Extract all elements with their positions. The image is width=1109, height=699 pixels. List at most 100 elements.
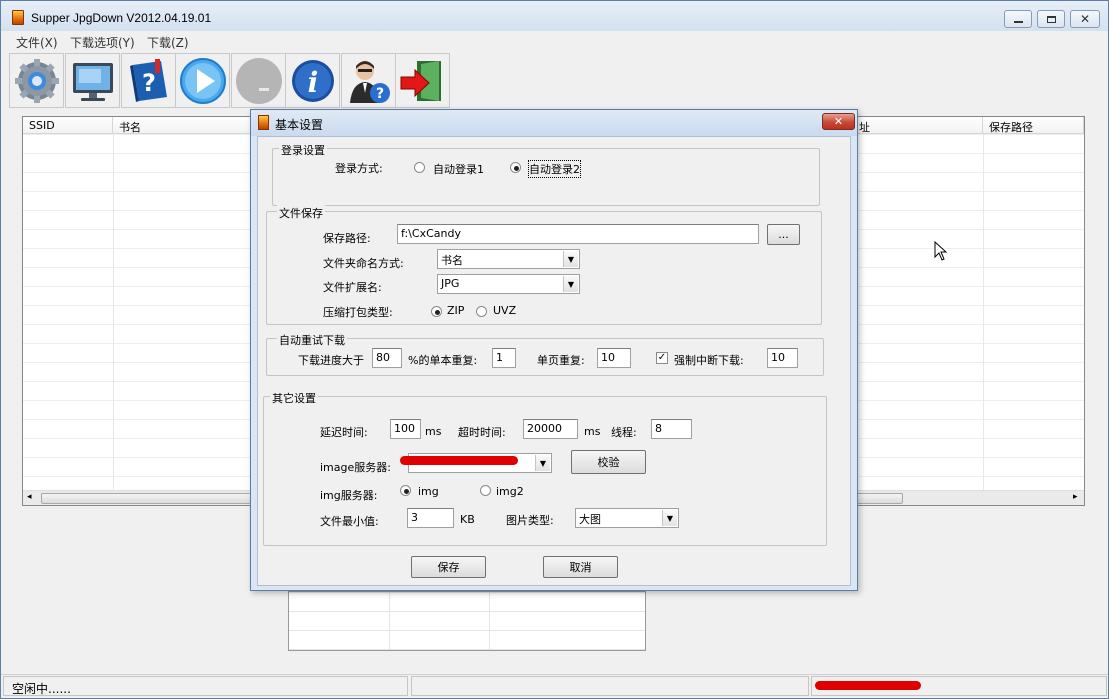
column-header-save-path[interactable]: 保存路径 [983,117,1084,134]
stop-icon [235,57,282,104]
support-button[interactable]: ? [341,53,396,108]
play-icon [179,57,226,104]
status-pane-middle [411,676,809,696]
folder-naming-label: 文件夹命名方式: [323,257,404,270]
progress-threshold-input[interactable]: 80 [372,348,402,368]
minimize-button[interactable] [1004,10,1032,28]
column-header-ssid[interactable]: SSID [23,117,113,134]
settings-gear-icon [14,58,59,103]
chevron-down-icon[interactable]: ▼ [563,276,578,292]
chevron-down-icon[interactable]: ▼ [563,251,578,267]
force-interrupt-label[interactable]: 强制中断下载: [674,352,744,368]
verify-button[interactable]: 校验 [571,450,646,474]
save-path-input[interactable]: f:\CxCandy [397,224,759,244]
progress-threshold-label: 下载进度大于 [298,354,364,367]
main-titlebar[interactable]: Supper JpgDown V2012.04.19.01 ✕ [1,1,1108,31]
close-button[interactable]: ✕ [1070,10,1100,28]
group-file-save-title: 文件保存 [277,205,325,221]
settings-button[interactable] [9,53,64,108]
support-person-icon: ? [349,60,390,103]
login-option-1-radio[interactable] [414,162,425,173]
login-method-label: 登录方式: [335,162,383,175]
about-button[interactable]: i [285,53,340,108]
dialog-app-icon [258,115,269,130]
page-repeat-input[interactable]: 10 [597,348,631,368]
settings-dialog: 基本设置 ✕ 登录设置 登录方式: 自动登录1 自动登录2 文件保存 保存路径:… [250,109,858,591]
grid-line [389,592,390,650]
scroll-right-arrow-icon[interactable]: ▸ [1073,492,1078,502]
force-interrupt-checkbox[interactable]: ✓ [656,352,668,364]
file-ext-label: 文件扩展名: [323,281,382,294]
start-button[interactable] [175,53,230,108]
timeout-input[interactable]: 20000 [523,419,578,439]
window-title: Supper JpgDown V2012.04.19.01 [31,11,212,25]
group-auto-retry-title: 自动重试下载 [277,332,347,348]
login-option-1-label[interactable]: 自动登录1 [433,161,484,177]
chevron-down-icon[interactable]: ▼ [662,510,677,526]
picture-type-label: 图片类型: [506,514,554,527]
login-option-2-radio[interactable] [510,162,521,173]
menu-file[interactable]: 文件(X) [16,34,58,51]
min-size-label: 文件最小值: [320,515,379,528]
menu-download[interactable]: 下载(Z) [147,34,189,51]
column-header-book-name[interactable]: 书名 [113,117,253,134]
app-icon [12,10,24,25]
min-size-unit: KB [460,513,475,526]
chevron-down-icon[interactable]: ▼ [535,455,550,471]
login-option-2-label[interactable]: 自动登录2 [528,160,581,178]
svg-text:?: ? [142,69,156,97]
monitor-button[interactable] [65,53,120,108]
group-auto-retry: 自动重试下载 下载进度大于 80 %的单本重复: 1 单页重复: 10 ✓ 强制… [266,332,824,376]
timeout-label: 超时时间: [458,426,506,439]
picture-type-select[interactable]: 大图 ▼ [575,508,679,528]
grid-line [983,134,984,490]
stop-button[interactable] [231,53,286,108]
img-server-img2-radio[interactable] [480,485,491,496]
help-button[interactable]: ? [121,53,176,108]
close-icon: ✕ [833,115,844,128]
save-path-label: 保存路径: [323,232,371,245]
group-login: 登录设置 登录方式: 自动登录1 自动登录2 [272,142,820,206]
column-header-address[interactable]: 址 [853,117,983,134]
group-other: 其它设置 延迟时间: 100 ms 超时时间: 20000 ms 线程: 8 i… [263,390,827,546]
dialog-titlebar[interactable]: 基本设置 ✕ [251,110,857,136]
single-repeat-input[interactable]: 1 [492,348,516,368]
dialog-body: 登录设置 登录方式: 自动登录1 自动登录2 文件保存 保存路径: f:\CxC… [257,136,851,586]
min-size-input[interactable]: 3 [407,508,454,528]
group-other-title: 其它设置 [270,390,318,406]
img-server-img2-label[interactable]: img2 [496,485,524,498]
force-interrupt-input[interactable]: 10 [767,348,798,368]
archive-uvz-radio[interactable] [476,306,487,317]
redaction-mark [400,456,518,465]
folder-naming-value: 书名 [441,254,463,267]
delay-unit: ms [425,425,442,438]
group-login-title: 登录设置 [279,142,327,158]
archive-zip-label[interactable]: ZIP [447,304,464,317]
grid-line [489,592,490,650]
info-icon: i [291,59,334,102]
status-text: 空闲中...... [3,676,408,696]
browse-button[interactable]: ... [767,224,800,245]
img-server-label: img服务器: [320,489,378,502]
group-file-save: 文件保存 保存路径: f:\CxCandy ... 文件夹命名方式: 书名 ▼ … [266,205,822,325]
restore-icon [1046,15,1056,23]
menu-download-options[interactable]: 下载选项(Y) [70,34,135,51]
scroll-left-arrow-icon[interactable]: ◂ [27,492,32,502]
close-icon: ✕ [1079,12,1091,26]
restore-button[interactable] [1037,10,1065,28]
archive-zip-radio[interactable] [431,306,442,317]
folder-naming-select[interactable]: 书名 ▼ [437,249,580,269]
delay-input[interactable]: 100 [390,419,421,439]
threads-input[interactable]: 8 [651,419,692,439]
page-repeat-label: 单页重复: [537,354,585,367]
cancel-button[interactable]: 取消 [543,556,618,578]
svg-text:?: ? [375,86,383,102]
archive-uvz-label[interactable]: UVZ [493,304,516,317]
img-server-img-label[interactable]: img [418,485,439,498]
img-server-img-radio[interactable] [400,485,411,496]
image-server-label: image服务器: [320,461,391,474]
exit-button[interactable] [395,53,450,108]
save-button[interactable]: 保存 [411,556,486,578]
dialog-close-button[interactable]: ✕ [822,113,855,130]
file-ext-select[interactable]: JPG ▼ [437,274,580,294]
